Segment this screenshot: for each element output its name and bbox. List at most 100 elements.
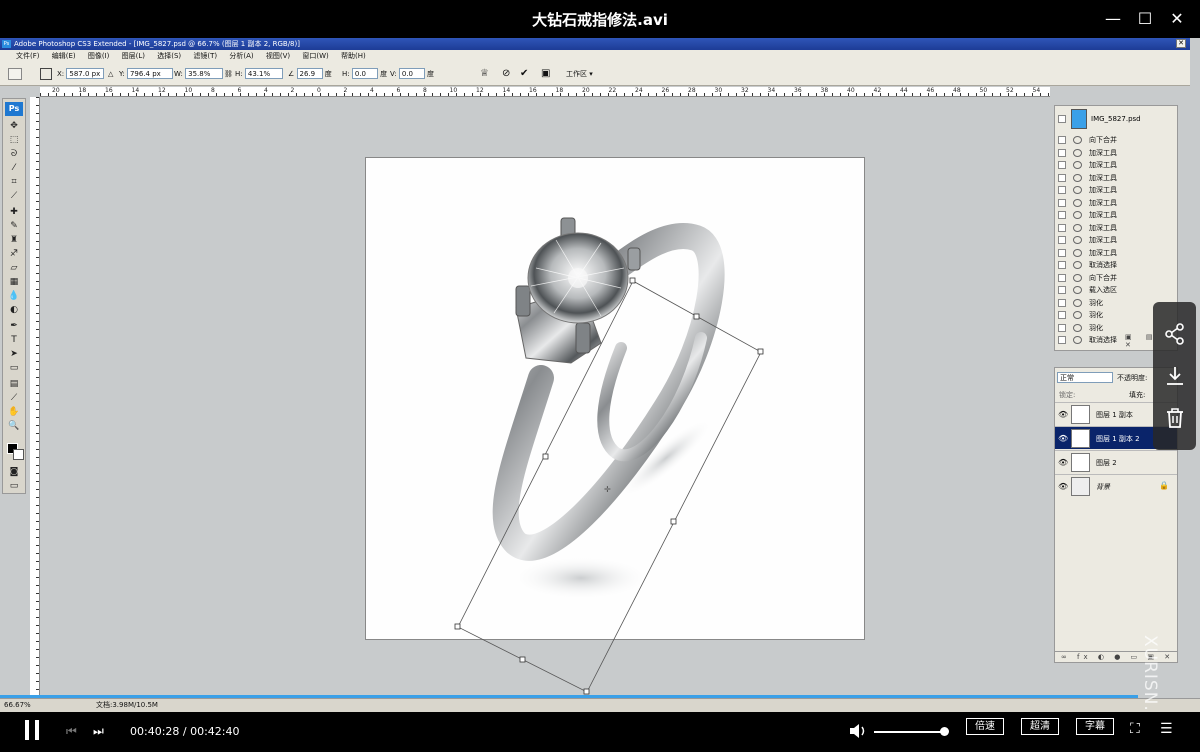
history-item[interactable]: 加深工具 [1055,184,1177,197]
cancel-transform-icon[interactable]: ⊘ [502,68,510,80]
hand-tool-icon[interactable]: ✋ [7,407,21,418]
eye-icon[interactable]: 👁 [1058,410,1068,419]
menu-window[interactable]: 窗口(W) [302,52,328,60]
history-item[interactable]: 加深工具 [1055,172,1177,185]
history-item[interactable]: 向下合并 [1055,272,1177,285]
history-item[interactable]: 向下合并 [1055,134,1177,147]
gradient-tool-icon[interactable]: ▦ [7,277,21,288]
screen-mode-icon[interactable]: ▭ [7,481,21,492]
blend-mode-select[interactable]: 正常 [1057,372,1113,383]
menu-file[interactable]: 文件(F) [16,52,40,60]
y-input[interactable]: 796.4 px [126,68,173,79]
history-checkbox[interactable] [1058,261,1066,269]
path-selection-tool-icon[interactable]: ➤ [7,349,21,360]
document-canvas[interactable] [365,157,865,640]
x-input[interactable]: 587.0 px [66,68,105,79]
history-checkbox[interactable] [1058,198,1066,207]
hskew-input[interactable]: 0.0 [351,68,378,79]
menu-filter[interactable]: 滤镜(T) [193,52,217,60]
history-item[interactable]: 加深工具 [1055,159,1177,172]
eye-icon[interactable]: 👁 [1058,434,1068,443]
reference-point-icon[interactable] [40,68,52,80]
previous-icon[interactable]: ⏮ [66,724,80,738]
healing-brush-tool-icon[interactable]: ✚ [7,207,21,218]
brush-tool-icon[interactable]: ✎ [7,221,21,232]
history-checkbox[interactable] [1058,311,1066,319]
menu-analysis[interactable]: 分析(A) [229,52,253,60]
menu-view[interactable]: 视图(V) [266,52,290,60]
download-icon[interactable] [1163,364,1187,388]
zoom-tool-icon[interactable]: 🔍 [7,421,21,432]
menu-layer[interactable]: 图层(L) [122,52,145,60]
background-color-swatch[interactable] [13,449,24,460]
tool-preset-icon[interactable] [8,68,22,80]
eye-icon[interactable]: 👁 [1058,482,1068,491]
history-item[interactable]: 加深工具 [1055,147,1177,160]
history-item[interactable]: 加深工具 [1055,222,1177,235]
history-checkbox[interactable] [1058,186,1066,194]
quality-button[interactable]: 超清 [1021,718,1059,735]
eye-icon[interactable]: 👁 [1058,458,1068,467]
menu-help[interactable]: 帮助(H) [341,52,366,60]
history-checkbox[interactable] [1058,148,1066,157]
volume-icon[interactable] [848,722,868,740]
notes-tool-icon[interactable]: ▤ [7,379,21,390]
history-checkbox[interactable] [1058,161,1066,169]
vskew-input[interactable]: 0.0 [398,68,425,79]
lasso-tool-icon[interactable]: ᘐ [7,149,21,160]
history-checkbox[interactable] [1058,236,1066,244]
link-icon[interactable]: ⛓ [224,68,233,80]
move-tool-icon[interactable]: ✥ [7,121,21,132]
trash-icon[interactable] [1163,406,1187,430]
h-input[interactable]: 43.1% [244,68,283,79]
speed-button[interactable]: 倍速 [966,718,1004,735]
close-icon[interactable]: ✕ [1166,8,1188,30]
menu-edit[interactable]: 编辑(E) [52,52,76,60]
pen-tool-icon[interactable]: ✒ [7,321,21,332]
eraser-tool-icon[interactable]: ▱ [7,263,21,274]
history-checkbox[interactable] [1058,273,1066,282]
angle-input[interactable]: 26.9 [296,68,323,79]
pause-button[interactable] [22,720,42,742]
type-tool-icon[interactable]: T [7,335,21,346]
layer-row[interactable]: 👁 背景 🔒 [1055,474,1177,497]
share-icon[interactable] [1163,322,1187,346]
maximize-icon[interactable]: ☐ [1134,8,1156,30]
workspace-menu[interactable]: 工作区 ▾ [566,68,593,80]
history-checkbox[interactable] [1058,336,1066,344]
history-item[interactable]: 加深工具 [1055,234,1177,247]
snapshot-checkbox[interactable] [1058,115,1066,123]
volume-slider[interactable] [874,731,946,733]
palette-well-icon[interactable]: ▣ [541,68,550,80]
slice-tool-icon[interactable]: ⟋ [7,191,21,202]
history-item[interactable]: 载入选区 [1055,284,1177,297]
volume-knob[interactable] [940,727,949,736]
dodge-tool-icon[interactable]: ◐ [7,305,21,316]
subtitle-button[interactable]: 字幕 [1076,718,1114,735]
blur-tool-icon[interactable]: 💧 [7,291,21,302]
history-snapshot[interactable]: IMG_5827.psd [1055,106,1177,134]
warp-icon[interactable]: ♕ [480,68,489,80]
history-checkbox[interactable] [1058,286,1066,294]
clone-stamp-tool-icon[interactable]: ♜ [7,235,21,246]
shape-tool-icon[interactable]: ▭ [7,363,21,374]
menu-select[interactable]: 选择(S) [157,52,181,60]
quick-mask-icon[interactable]: ◙ [7,467,21,478]
history-checkbox[interactable] [1058,248,1066,257]
history-checkbox[interactable] [1058,136,1066,144]
history-checkbox[interactable] [1058,323,1066,332]
fullscreen-icon[interactable]: ⛶ [1130,720,1150,738]
commit-transform-icon[interactable]: ✔ [520,68,528,80]
delta-icon[interactable]: △ [108,68,113,80]
history-checkbox[interactable] [1058,173,1066,182]
menu-image[interactable]: 图像(I) [88,52,110,60]
minimize-icon[interactable]: — [1102,8,1124,30]
history-brush-tool-icon[interactable]: ♐ [7,249,21,260]
playlist-icon[interactable]: ☰ [1160,720,1180,738]
history-item[interactable]: 取消选择 [1055,259,1177,272]
zoom-level[interactable]: 66.67% [4,699,31,711]
layer-row[interactable]: 👁 图层 2 [1055,450,1177,473]
history-item[interactable]: 加深工具 [1055,247,1177,260]
ps-close-icon[interactable]: ✕ [1176,39,1186,48]
eyedropper-tool-icon[interactable]: ⟋ [7,393,21,404]
